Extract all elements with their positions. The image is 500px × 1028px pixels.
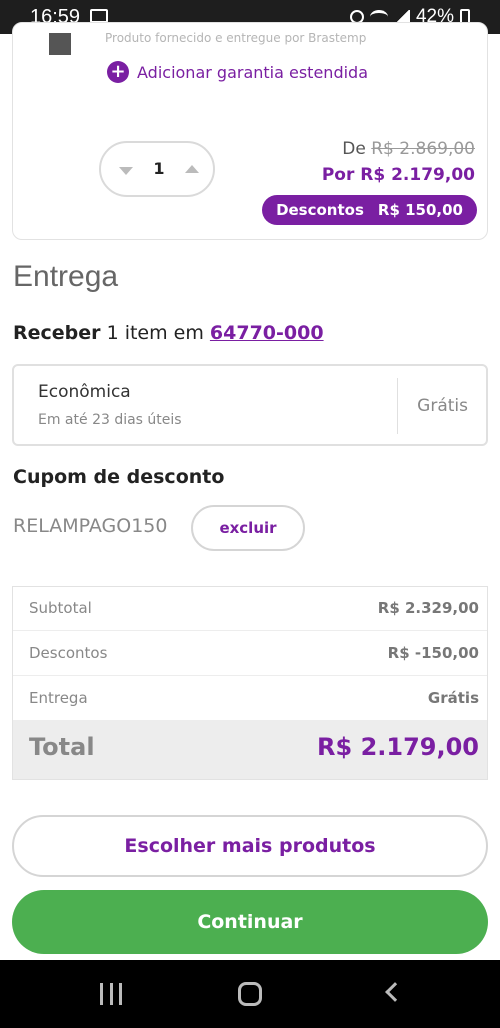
recent-apps-icon[interactable] (100, 983, 122, 1005)
discount-label: Descontos (276, 201, 364, 219)
back-icon[interactable] (385, 982, 405, 1002)
plus-circle-icon: + (107, 61, 129, 83)
price-from: De R$ 2.869,00 (342, 139, 475, 159)
total-label: Total (29, 733, 95, 761)
product-thumbnail (49, 33, 71, 55)
summary-label: Entrega (29, 689, 88, 707)
choose-more-products-button[interactable]: Escolher mais produtos (12, 815, 488, 877)
shipping-option-name: Econômica (38, 382, 131, 402)
add-warranty-link[interactable]: + Adicionar garantia estendida (107, 61, 368, 83)
summary-value: R$ -150,00 (387, 644, 479, 662)
shipping-option[interactable]: Econômica Em até 23 dias úteis Grátis (12, 364, 488, 446)
discount-badge: Descontos R$ 150,00 (262, 195, 477, 225)
delivery-title: Entrega (13, 260, 119, 293)
chevron-down-icon[interactable] (119, 167, 133, 175)
summary-value: R$ 2.329,00 (377, 599, 479, 617)
quantity-value: 1 (153, 159, 165, 178)
shipping-option-eta: Em até 23 dias úteis (38, 412, 182, 428)
summary-row: Entrega Grátis (13, 677, 487, 721)
quantity-stepper[interactable]: 1 (99, 141, 215, 197)
divider (397, 378, 398, 434)
coupon-title: Cupom de desconto (13, 466, 225, 488)
summary-label: Subtotal (29, 599, 92, 617)
warranty-label: Adicionar garantia estendida (137, 62, 368, 82)
home-icon[interactable] (238, 982, 262, 1006)
summary-row: Subtotal R$ 2.329,00 (13, 587, 487, 631)
summary-label: Descontos (29, 644, 108, 662)
remove-coupon-button[interactable]: excluir (191, 505, 305, 551)
price-from-label: De (342, 139, 366, 159)
price-from-value: R$ 2.869,00 (371, 139, 475, 159)
chevron-up-icon[interactable] (185, 165, 199, 173)
total-value: R$ 2.179,00 (317, 733, 479, 761)
shipping-option-price: Grátis (417, 396, 468, 416)
receive-bold: Receber (13, 322, 101, 344)
summary-row: Descontos R$ -150,00 (13, 632, 487, 676)
receive-text: 1 item em (106, 322, 204, 344)
continue-button[interactable]: Continuar (12, 890, 488, 954)
zip-code-link[interactable]: 64770-000 (210, 322, 324, 344)
summary-value: Grátis (427, 689, 479, 707)
price-now: Por R$ 2.179,00 (321, 165, 475, 185)
receive-line: Receber 1 item em 64770-000 (13, 322, 324, 344)
system-nav-bar (0, 960, 500, 1028)
discount-value: R$ 150,00 (377, 201, 463, 219)
product-card: Produto fornecido e entregue por Brastem… (12, 22, 488, 240)
notification-icon (90, 9, 108, 23)
provided-by-text: Produto fornecido e entregue por Brastem… (105, 31, 367, 45)
coupon-code: RELAMPAGO150 (13, 515, 168, 537)
total-row: Total R$ 2.179,00 (13, 721, 487, 779)
order-summary: Subtotal R$ 2.329,00 Descontos R$ -150,0… (12, 586, 488, 780)
